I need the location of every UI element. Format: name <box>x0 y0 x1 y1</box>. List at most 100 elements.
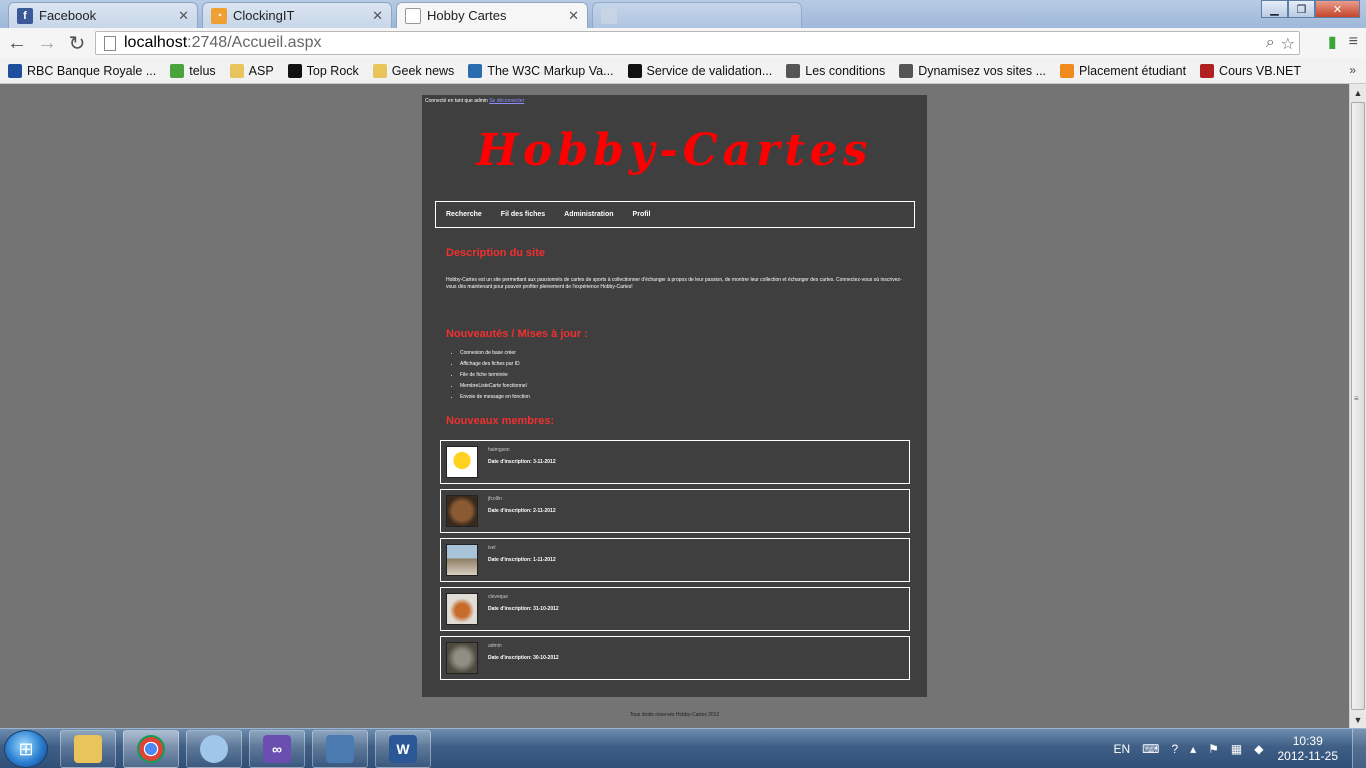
member-date: Date d'inscription: 2-11-2012 <box>488 508 556 514</box>
bookmark-vbnet[interactable]: Cours VB.NET <box>1200 63 1302 78</box>
forward-icon[interactable]: → <box>34 30 60 56</box>
maximize-button[interactable]: ❐ <box>1288 0 1315 18</box>
bookmark-asp[interactable]: ASP <box>229 63 274 78</box>
taskbar-word[interactable]: W <box>375 730 431 768</box>
help-icon[interactable]: ? <box>1171 742 1178 756</box>
tab-title: Hobby Cartes <box>427 8 507 23</box>
rbc-icon <box>8 63 22 78</box>
system-tray: EN ⌨ ? ▴ ⚑ ▦ ◆ 10:39 2012-11-25 <box>1107 729 1366 768</box>
tab-ghost[interactable] <box>592 2 802 28</box>
login-text: Connecté en tant que admin <box>425 98 488 104</box>
search-icon[interactable]: ⌕ <box>1266 34 1275 54</box>
member-name[interactable]: admin <box>488 643 502 649</box>
page-icon <box>405 7 421 24</box>
taskbar-visual-studio[interactable]: ∞ <box>249 730 305 768</box>
member-card[interactable]: cleveque Date d'inscription: 31-10-2012 <box>440 587 910 631</box>
member-card[interactable]: jfcollin Date d'inscription: 2-11-2012 <box>440 489 910 533</box>
bookmark-star-icon[interactable]: ☆ <box>1281 34 1295 54</box>
close-window-button[interactable]: ✕ <box>1315 0 1360 18</box>
taskbar-remote[interactable] <box>312 730 368 768</box>
messenger-icon <box>200 735 228 763</box>
taskbar-chrome[interactable] <box>123 730 179 768</box>
tab-clockingit[interactable]: ◔ ClockingIT ✕ <box>202 2 392 28</box>
page-icon <box>786 63 801 78</box>
bookmark-label: Les conditions <box>805 63 886 78</box>
vertical-scrollbar[interactable]: ▲ ≡ ▼ <box>1349 84 1366 728</box>
member-card[interactable]: admin Date d'inscription: 30-10-2012 <box>440 636 910 680</box>
member-name[interactable]: haimgson <box>488 447 510 453</box>
clockingit-icon: ◔ <box>211 7 227 24</box>
bookmark-label: telus <box>189 63 216 78</box>
menu-item-administration[interactable]: Administration <box>564 211 613 218</box>
taskbar-app[interactable] <box>186 730 242 768</box>
validator-icon <box>627 63 642 78</box>
reload-icon[interactable]: ↻ <box>64 30 90 56</box>
show-desktop-button[interactable] <box>1352 729 1366 768</box>
taskbar-explorer[interactable] <box>60 730 116 768</box>
bookmark-label: Service de validation... <box>646 63 773 78</box>
bookmark-label: The W3C Markup Va... <box>487 63 614 78</box>
tab-title: ClockingIT <box>233 8 295 23</box>
w3c-icon <box>468 63 483 78</box>
news-heading: Nouveautés / Mises à jour : <box>446 328 588 340</box>
back-icon[interactable]: ← <box>4 30 30 56</box>
language-indicator[interactable]: EN <box>1113 742 1130 756</box>
scroll-up-icon[interactable]: ▲ <box>1350 84 1366 101</box>
description-text: Hobby-Cartes est un site permettant aux … <box>446 277 902 290</box>
menu-item-recherche[interactable]: Recherche <box>446 211 482 218</box>
minimize-button[interactable]: ▁ <box>1261 0 1288 18</box>
clock[interactable]: 10:39 2012-11-25 <box>1278 734 1339 764</box>
description-heading: Description du site <box>446 247 546 259</box>
member-name[interactable]: cleveque <box>488 594 508 600</box>
network-icon[interactable]: ▦ <box>1231 742 1242 756</box>
close-tab-icon[interactable]: ✕ <box>178 8 189 24</box>
bookmark-conditions[interactable]: Les conditions <box>786 63 886 78</box>
bookmark-validation[interactable]: Service de validation... <box>627 63 773 78</box>
telus-icon <box>170 63 185 78</box>
bookmark-rbc[interactable]: RBC Banque Royale ... <box>8 63 156 78</box>
vbnet-icon <box>1200 63 1215 78</box>
member-card[interactable]: ivel Date d'inscription: 1-11-2012 <box>440 538 910 582</box>
address-bar[interactable]: localhost:2748/Accueil.aspx ⌕ ☆ <box>95 31 1300 55</box>
bookmark-telus[interactable]: telus <box>170 63 216 78</box>
menu-item-profil[interactable]: Profil <box>633 211 651 218</box>
keyboard-icon[interactable]: ⌨ <box>1142 742 1159 756</box>
menu-icon[interactable]: ≡ <box>1349 33 1358 51</box>
scroll-thumb[interactable] <box>1351 102 1365 710</box>
tab-facebook[interactable]: f Facebook ✕ <box>8 2 198 28</box>
bookmark-top-rock[interactable]: Top Rock <box>287 63 359 78</box>
member-name[interactable]: jfcollin <box>488 496 502 502</box>
bookmarks-more-button[interactable]: » <box>1349 63 1356 77</box>
bookmark-label: Placement étudiant <box>1079 63 1187 78</box>
news-list: Connexion de base créer Affichage des fi… <box>460 349 530 404</box>
page-icon <box>899 63 914 78</box>
remote-desktop-icon <box>326 735 354 763</box>
menu-item-fil-des-fiches[interactable]: Fil des fiches <box>501 211 545 218</box>
url-host: localhost <box>124 34 188 51</box>
tab-hobby-cartes[interactable]: Hobby Cartes ✕ <box>396 2 588 28</box>
site-container: Connecté en tant que admin Se déconnecte… <box>422 95 927 697</box>
bookmark-placement[interactable]: Placement étudiant <box>1060 63 1187 78</box>
bookmark-geek-news[interactable]: Geek news <box>372 63 455 78</box>
close-tab-icon[interactable]: ✕ <box>372 8 383 24</box>
login-status: Connecté en tant que admin Se déconnecte… <box>425 98 524 104</box>
bookmark-label: ASP <box>248 63 274 78</box>
bookmark-dynamisez[interactable]: Dynamisez vos sites ... <box>899 63 1047 78</box>
bookmark-label: Geek news <box>391 63 455 78</box>
member-card[interactable]: haimgson Date d'inscription: 3-11-2012 <box>440 440 910 484</box>
logout-link[interactable]: Se déconnecter <box>489 98 524 104</box>
bookmark-label: Cours VB.NET <box>1219 63 1302 78</box>
dropbox-icon[interactable]: ◆ <box>1254 742 1263 756</box>
member-date: Date d'inscription: 3-11-2012 <box>488 459 556 465</box>
tray-arrow-icon[interactable]: ▴ <box>1190 742 1196 756</box>
flag-icon[interactable]: ⚑ <box>1208 742 1219 756</box>
signal-extension-icon[interactable]: ▮ <box>1328 32 1337 52</box>
scroll-down-icon[interactable]: ▼ <box>1350 711 1366 728</box>
member-name[interactable]: ivel <box>488 545 496 551</box>
start-button[interactable]: ⊞ <box>4 730 48 768</box>
bookmark-w3c[interactable]: The W3C Markup Va... <box>468 63 614 78</box>
bookmark-label: Dynamisez vos sites ... <box>918 63 1047 78</box>
page-icon <box>104 35 116 51</box>
close-tab-icon[interactable]: ✕ <box>568 8 579 24</box>
member-date: Date d'inscription: 30-10-2012 <box>488 655 559 661</box>
